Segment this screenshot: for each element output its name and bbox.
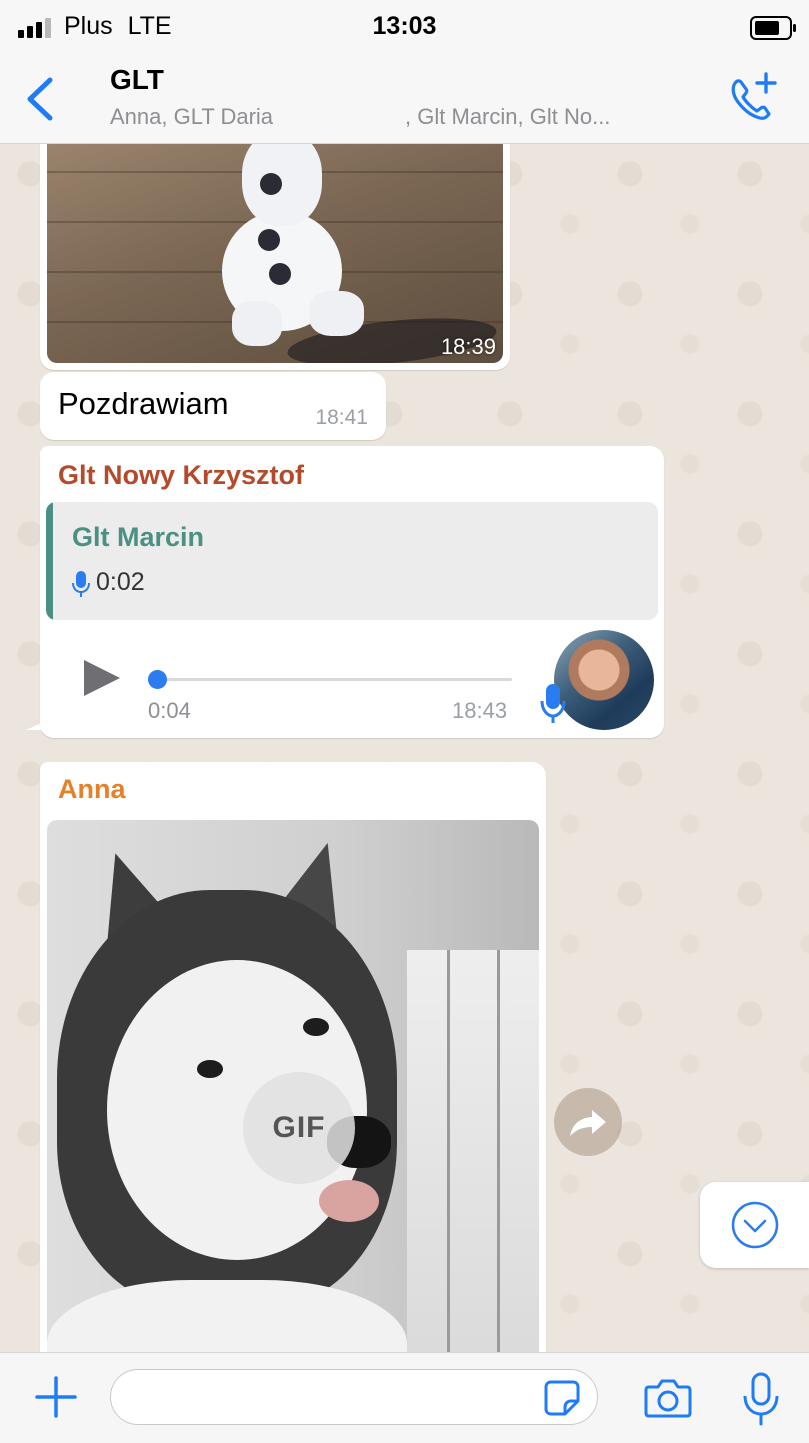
video-thumbnail[interactable]: [47, 144, 503, 363]
message-time: 18:41: [315, 406, 368, 429]
quoted-message[interactable]: Glt Marcin 0:02: [46, 502, 658, 620]
forward-icon: [570, 1110, 606, 1136]
plus-icon[interactable]: [34, 1375, 78, 1419]
battery-icon: [750, 16, 796, 40]
sticker-icon[interactable]: [543, 1379, 581, 1417]
chat-area[interactable]: 18:39 Pozdrawiam 18:41 Glt Nowy Krzyszto…: [0, 144, 809, 1352]
sender-name[interactable]: Anna: [58, 774, 126, 805]
microphone-icon: [540, 684, 566, 723]
camera-icon[interactable]: [644, 1377, 692, 1419]
audio-scrubber[interactable]: [148, 670, 167, 689]
play-icon[interactable]: [82, 658, 122, 698]
members-part-2: , Glt Marcin, Glt No...: [405, 104, 611, 129]
members-part-1: Anna, GLT Daria: [110, 104, 274, 129]
sender-name[interactable]: Glt Nowy Krzysztof: [58, 460, 304, 491]
chat-header: GLT Anna, GLT Daria , Glt Marcin, Glt No.…: [0, 56, 809, 144]
message-time: 18:39: [440, 334, 496, 359]
gif-badge[interactable]: GIF: [243, 1072, 355, 1184]
avatar[interactable]: [554, 630, 654, 730]
forward-button[interactable]: [554, 1088, 622, 1156]
voice-message[interactable]: Glt Nowy Krzysztof Glt Marcin 0:02 0:04 …: [40, 446, 664, 738]
text-message[interactable]: Pozdrawiam 18:41: [40, 372, 386, 440]
add-call-icon[interactable]: [722, 68, 782, 128]
status-bar: Plus LTE 13:03: [0, 0, 809, 56]
message-text: Pozdrawiam: [58, 386, 229, 421]
composer-bar: [0, 1352, 809, 1443]
microphone-icon[interactable]: [738, 1371, 784, 1427]
chat-title[interactable]: GLT: [110, 64, 164, 96]
audio-progress-track[interactable]: [154, 678, 512, 681]
gif-thumbnail[interactable]: GIF: [47, 820, 539, 1352]
scroll-to-bottom-button[interactable]: [700, 1182, 809, 1268]
video-message[interactable]: 18:39: [40, 144, 510, 370]
chat-members[interactable]: Anna, GLT Daria , Glt Marcin, Glt No...: [110, 104, 610, 130]
message-time: 18:43: [452, 698, 508, 723]
quoted-duration: 0:02: [96, 568, 145, 596]
microphone-icon: [72, 571, 90, 597]
chevron-down-circle-icon: [731, 1201, 779, 1249]
members-mask: [273, 108, 406, 129]
quoted-sender: Glt Marcin: [72, 522, 205, 552]
audio-elapsed: 0:04: [148, 698, 191, 723]
message-input[interactable]: [110, 1369, 598, 1425]
status-time: 13:03: [372, 12, 437, 40]
gif-message[interactable]: Anna GIF: [40, 762, 546, 1352]
chevron-left-icon[interactable]: [20, 74, 60, 124]
